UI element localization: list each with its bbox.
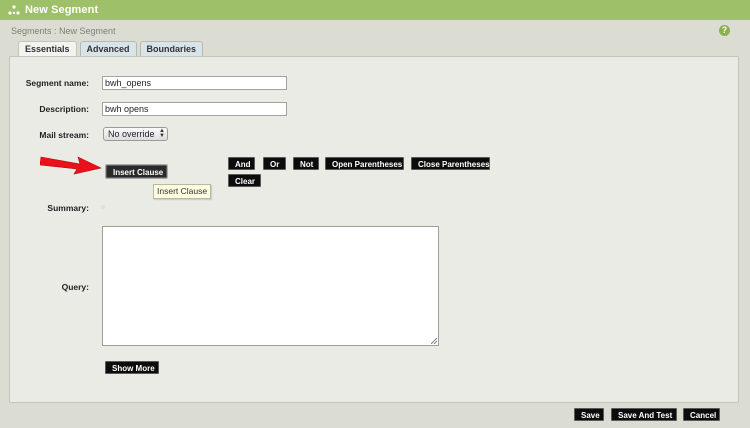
resize-handle-icon[interactable] xyxy=(431,338,437,344)
summary-label: Summary: xyxy=(47,203,89,213)
window-titlebar: New Segment xyxy=(0,0,750,20)
insert-clause-button[interactable]: Insert Clause xyxy=(105,164,168,179)
segment-name-label: Segment name: xyxy=(25,78,89,88)
mail-stream-value: No override xyxy=(108,129,155,139)
segment-name-input[interactable]: bwh_opens xyxy=(102,76,287,90)
and-button[interactable]: And xyxy=(228,157,255,170)
not-button[interactable]: Not xyxy=(293,157,319,170)
app-logo-icon xyxy=(8,5,20,15)
loading-indicator-icon xyxy=(101,205,105,209)
help-icon[interactable]: ? xyxy=(719,25,730,36)
cancel-button[interactable]: Cancel xyxy=(683,408,720,421)
mail-stream-label: Mail stream: xyxy=(39,130,89,140)
description-input[interactable]: bwh opens xyxy=(102,102,287,116)
tab-bar: Essentials Advanced Boundaries xyxy=(18,41,204,56)
tab-essentials[interactable]: Essentials xyxy=(18,41,77,56)
breadcrumb: Segments : New Segment xyxy=(11,26,116,36)
show-more-button[interactable]: Show More xyxy=(105,361,159,374)
window-title: New Segment xyxy=(25,4,99,16)
close-parentheses-button[interactable]: Close Parentheses xyxy=(411,157,490,170)
tab-boundaries[interactable]: Boundaries xyxy=(139,41,204,56)
query-label: Query: xyxy=(61,282,89,292)
tab-advanced[interactable]: Advanced xyxy=(79,41,137,56)
insert-clause-tooltip: Insert Clause xyxy=(153,184,212,199)
or-button[interactable]: Or xyxy=(263,157,286,170)
open-parentheses-button[interactable]: Open Parentheses xyxy=(325,157,404,170)
red-arrow-icon xyxy=(40,156,102,175)
description-label: Description: xyxy=(39,104,89,114)
save-button[interactable]: Save xyxy=(574,408,604,421)
query-textarea[interactable] xyxy=(102,226,439,346)
clear-button[interactable]: Clear xyxy=(228,174,261,187)
select-arrows-icon: ▲ ▼ xyxy=(159,128,165,139)
save-and-test-button[interactable]: Save And Test xyxy=(611,408,677,421)
mail-stream-select[interactable]: No override ▲ ▼ xyxy=(103,127,168,141)
